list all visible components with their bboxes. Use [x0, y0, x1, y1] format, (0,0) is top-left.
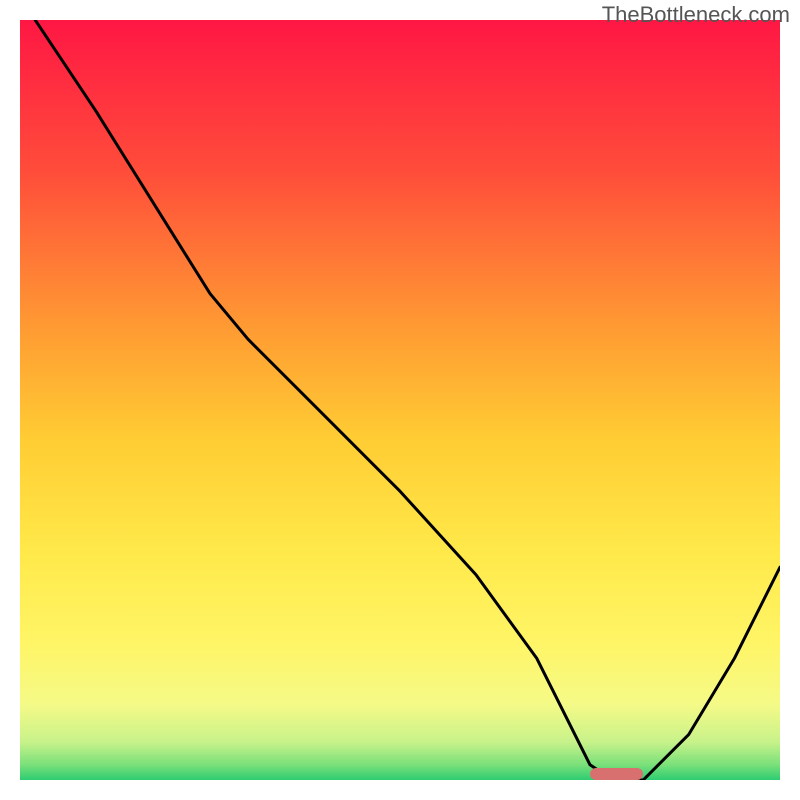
plot-area	[20, 20, 780, 780]
bottleneck-curve	[20, 20, 780, 780]
optimal-marker	[590, 768, 643, 780]
watermark-text: TheBottleneck.com	[602, 2, 790, 28]
